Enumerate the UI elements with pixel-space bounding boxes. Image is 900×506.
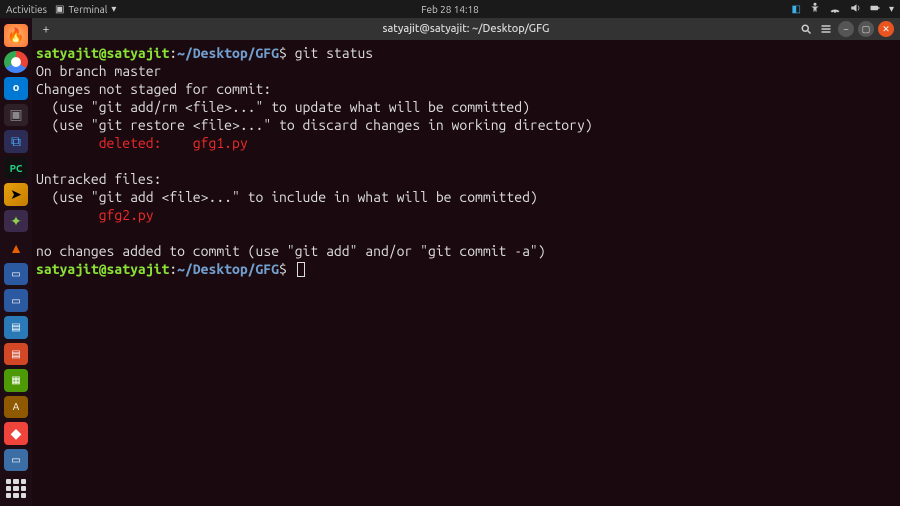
output-line: Untracked files: (36, 171, 161, 187)
dock-item-app[interactable]: ✦ (4, 210, 28, 233)
prompt-colon: : (169, 261, 177, 277)
dock-item-chrome[interactable] (4, 51, 28, 74)
clock[interactable]: Feb 28 14:18 (421, 4, 479, 15)
volume-icon[interactable] (849, 2, 861, 16)
search-button[interactable] (798, 21, 814, 37)
dock-item-anydesk[interactable]: ◆ (4, 422, 28, 445)
dock: 🔥 o ▣ ⧉ PC ➤ ✦ ▲ ▭ ▭ ▤ ▤ ▦ A ◆ ▭ (0, 18, 32, 506)
minimize-button[interactable]: – (838, 21, 854, 37)
prompt-user: satyajit@satyajit (36, 45, 169, 61)
prompt-user: satyajit@satyajit (36, 261, 169, 277)
new-tab-button[interactable]: + (38, 21, 54, 37)
dock-item-vlc[interactable]: ▲ (4, 236, 28, 259)
dock-item-outlook[interactable]: o (4, 77, 28, 100)
titlebar: + satyajit@satyajit: ~/Desktop/GFG – ▢ ✕ (32, 18, 900, 40)
output-line: On branch master (36, 63, 161, 79)
terminal-window: + satyajit@satyajit: ~/Desktop/GFG – ▢ ✕… (32, 18, 900, 506)
dock-item-plex[interactable]: ➤ (4, 183, 28, 206)
hamburger-menu-button[interactable] (818, 21, 834, 37)
dock-item-app2[interactable]: A (4, 396, 28, 419)
activities-button[interactable]: Activities (6, 4, 47, 15)
prompt-path: ~/Desktop/GFG (177, 261, 279, 277)
prompt-path: ~/Desktop/GFG (177, 45, 279, 61)
output-line: (use "git restore <file>..." to discard … (36, 117, 593, 133)
untracked-file: gfg2.py (36, 207, 154, 223)
output-line: (use "git add/rm <file>..." to update wh… (36, 99, 530, 115)
dock-item-terminal[interactable]: ▣ (4, 104, 28, 127)
window-title: satyajit@satyajit: ~/Desktop/GFG (383, 23, 550, 35)
dock-item-firefox[interactable]: 🔥 (4, 24, 28, 47)
dock-item-calc[interactable]: ▦ (4, 369, 28, 392)
battery-icon[interactable] (869, 2, 881, 16)
dock-item-folder[interactable]: ▭ (4, 263, 28, 286)
prompt-dollar: $ (279, 261, 287, 277)
dock-item-folder[interactable]: ▭ (4, 289, 28, 312)
accessibility-icon[interactable] (809, 2, 821, 16)
output-line: Changes not staged for commit: (36, 81, 271, 97)
gnome-topbar: Activities ▣ Terminal ▾ Feb 28 14:18 ◧ ▾ (0, 0, 900, 18)
chevron-down-icon[interactable]: ▾ (889, 3, 894, 15)
prompt-dollar: $ (279, 45, 287, 61)
app-menu-label: Terminal (68, 4, 107, 15)
cursor (297, 262, 305, 277)
terminal-body[interactable]: satyajit@satyajit:~/Desktop/GFG$ git sta… (32, 40, 900, 506)
deleted-label: deleted: (36, 135, 193, 151)
tray-app-icon[interactable]: ◧ (792, 3, 801, 15)
prompt-colon: : (169, 45, 177, 61)
terminal-icon: ▣ (55, 3, 64, 15)
dock-item-vscode[interactable]: ⧉ (4, 130, 28, 153)
show-applications-button[interactable] (6, 479, 26, 498)
dock-item-pycharm[interactable]: PC (4, 157, 28, 180)
app-menu[interactable]: ▣ Terminal ▾ (55, 3, 116, 15)
dock-item-files[interactable]: ▭ (4, 449, 28, 472)
close-button[interactable]: ✕ (878, 21, 894, 37)
dock-item-writer[interactable]: ▤ (4, 316, 28, 339)
chevron-down-icon: ▾ (111, 3, 116, 15)
output-line: no changes added to commit (use "git add… (36, 243, 546, 259)
network-icon[interactable] (829, 2, 841, 16)
dock-item-impress[interactable]: ▤ (4, 343, 28, 366)
maximize-button[interactable]: ▢ (858, 21, 874, 37)
output-line: (use "git add <file>..." to include in w… (36, 189, 538, 205)
deleted-file: gfg1.py (193, 135, 248, 151)
command-text: git status (295, 45, 373, 61)
